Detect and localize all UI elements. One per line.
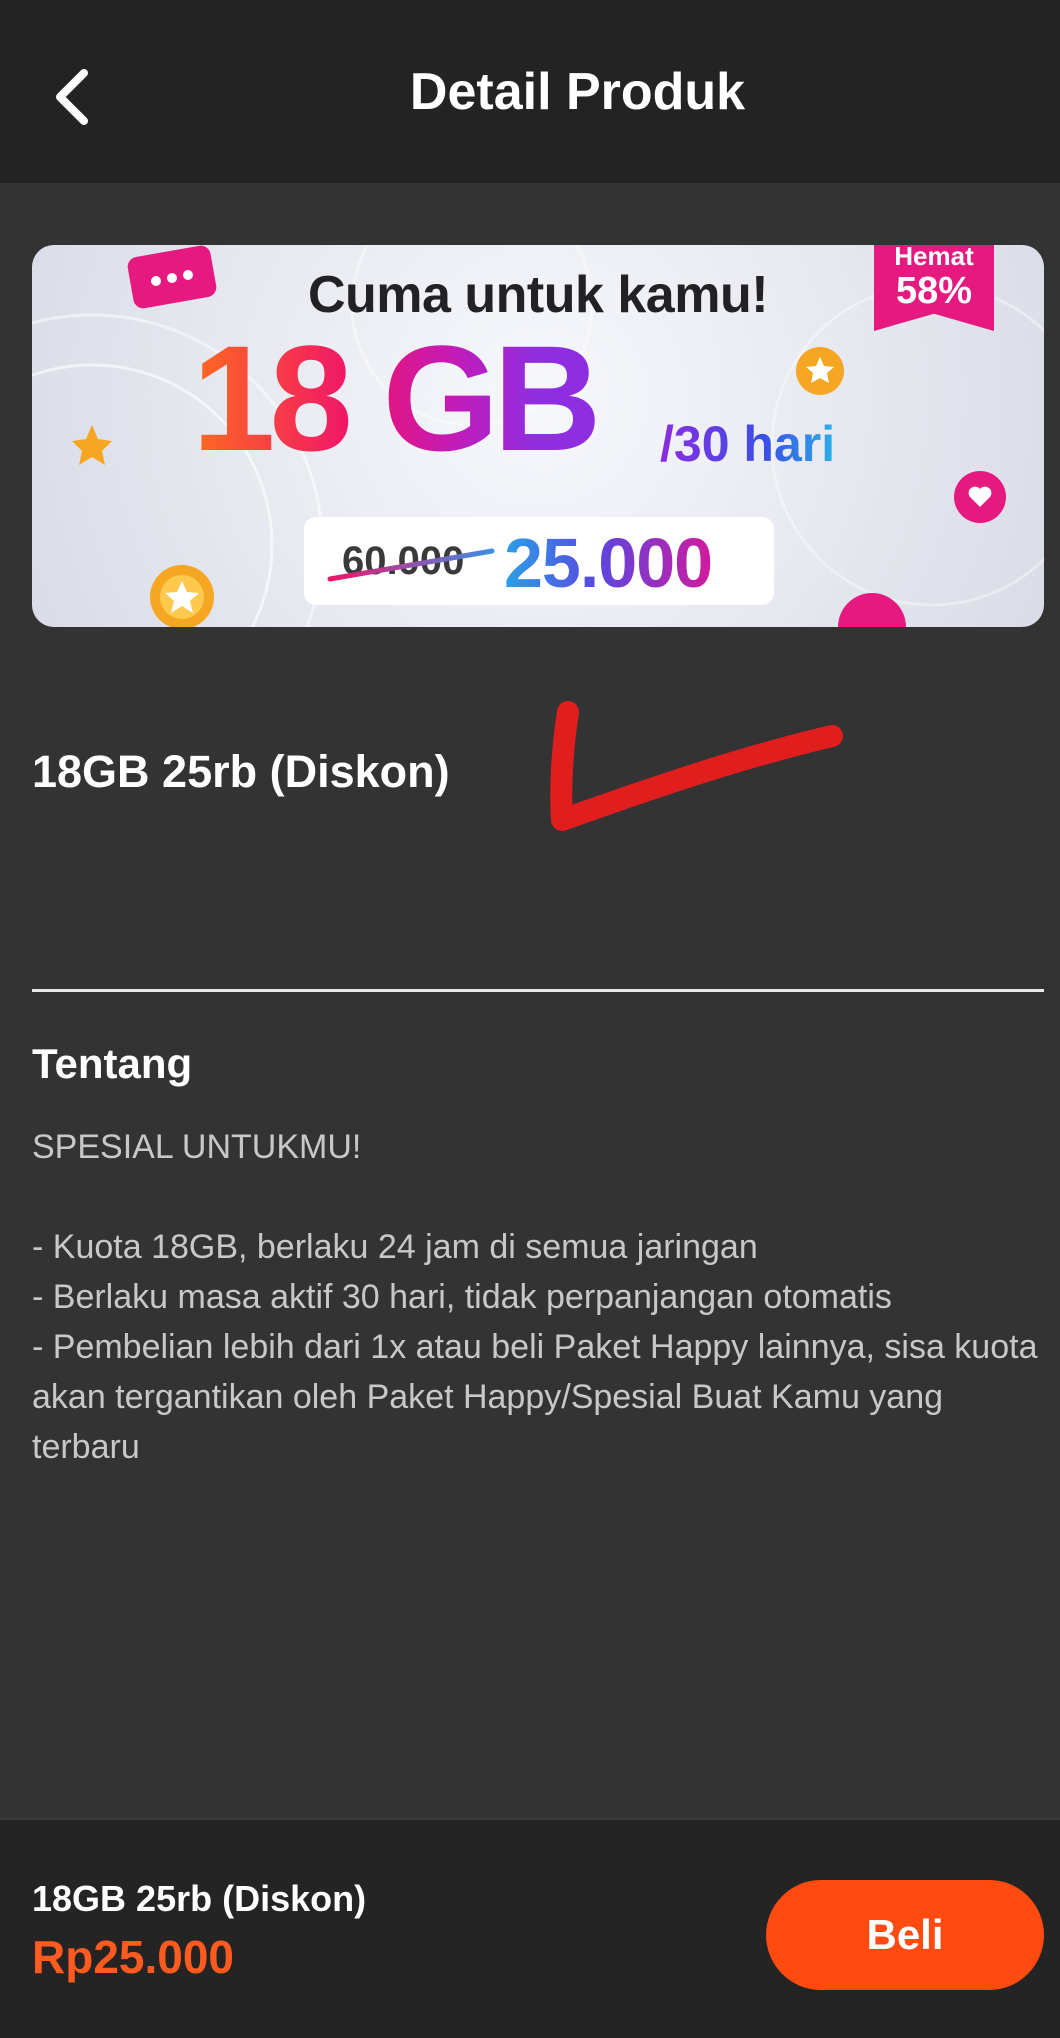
app-header: Detail Produk	[0, 0, 1060, 183]
strikethrough-line	[327, 548, 495, 582]
star-coin-icon	[150, 565, 214, 627]
product-name: 18GB 25rb (Diskon)	[32, 746, 450, 797]
buy-button[interactable]: Beli	[766, 1880, 1044, 1990]
star-icon	[72, 425, 112, 465]
banner-period: /30 hari	[660, 416, 836, 472]
coin-icon	[796, 347, 844, 395]
page-title: Detail Produk	[409, 63, 746, 121]
banner-new-price: 25.000	[504, 524, 713, 602]
about-title: Tentang	[32, 1040, 193, 1087]
gift-icon	[838, 593, 906, 627]
checkout-price: Rp25.000	[32, 1931, 235, 1983]
checkout-bar: 18GB 25rb (Diskon) Rp25.000 Beli	[0, 1818, 1060, 2038]
checkout-product-name: 18GB 25rb (Diskon)	[32, 1878, 367, 1919]
discount-badge-value: 58%	[895, 270, 973, 312]
banner-quota: 18 GB	[192, 314, 602, 482]
promo-banner: Cuma untuk kamu! Hemat 58% 18 GB /30 har…	[32, 245, 1044, 627]
about-description: SPESIAL UNTUKMU! - Kuota 18GB, berlaku 2…	[32, 1128, 1038, 1466]
section-divider	[32, 989, 1044, 992]
checkmark-annotation-icon	[550, 701, 843, 831]
discount-badge-label: Hemat	[894, 245, 974, 271]
heart-icon	[954, 471, 1006, 523]
banner-price-box: 60.000 25.000	[304, 517, 774, 605]
